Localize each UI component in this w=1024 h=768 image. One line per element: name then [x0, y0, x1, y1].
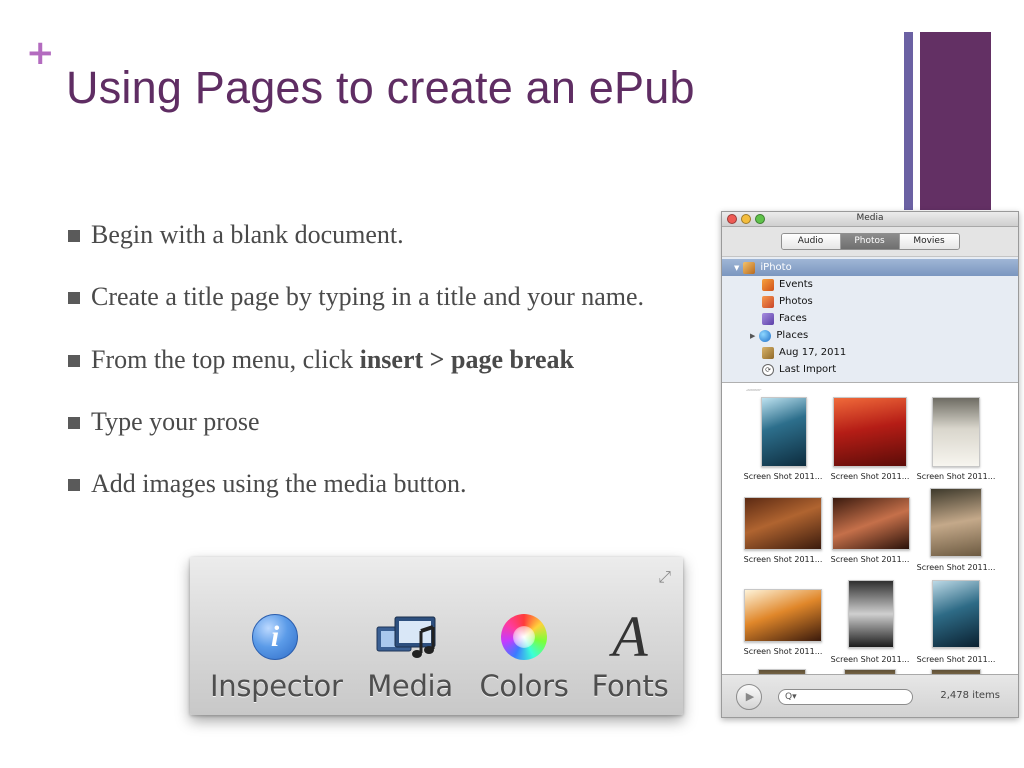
- fonts-button[interactable]: A Fonts: [585, 604, 675, 704]
- media-browser-window: Media Audio Photos Movies ▼ iPhoto Event…: [721, 211, 1019, 718]
- source-item-events[interactable]: Events: [722, 276, 1018, 293]
- disclosure-closed-icon[interactable]: ▶: [750, 332, 755, 340]
- clock-icon: ⟳: [762, 363, 774, 376]
- clipped-caption-row: ۣ ۣ ۣ ۣ ۣ ۣ ۣ ۣ ۣ: [746, 385, 760, 391]
- photo-grid: ۣ ۣ ۣ ۣ ۣ ۣ ۣ ۣ ۣ Screen Shot 2011... Sc…: [722, 385, 1018, 676]
- thumbnail-caption: Screen Shot 2011...: [743, 472, 823, 481]
- media-type-tabs: Audio Photos Movies: [780, 233, 960, 250]
- play-icon: ▶: [745, 690, 755, 703]
- iphoto-icon: [743, 261, 756, 274]
- bullet-item: From the top menu, click insert > page b…: [66, 343, 716, 376]
- thumbnail-caption: Screen Shot 2011...: [830, 655, 910, 664]
- window-title: Media: [856, 213, 884, 223]
- thumbnail-caption: Screen Shot 2011...: [830, 472, 910, 481]
- photo-thumbnail[interactable]: [932, 397, 980, 467]
- thumbnail-caption: Screen Shot 2011...: [916, 655, 996, 664]
- media-button[interactable]: Media: [358, 609, 462, 703]
- photo-thumbnail[interactable]: [744, 589, 822, 642]
- photo-thumbnail[interactable]: [832, 497, 910, 550]
- plus-mark: +: [26, 33, 55, 73]
- globe-icon: [759, 329, 772, 342]
- source-item-faces[interactable]: Faces: [722, 310, 1018, 327]
- bullet-item: Begin with a blank document.: [66, 218, 716, 251]
- search-field[interactable]: Q▾: [778, 689, 913, 705]
- accent-bar-thin: [904, 32, 913, 210]
- color-wheel-icon: [501, 614, 547, 660]
- tab-movies[interactable]: Movies: [899, 234, 959, 249]
- photo-thumbnail[interactable]: [848, 580, 894, 648]
- colors-button[interactable]: Colors: [474, 609, 574, 703]
- photo-thumbnail[interactable]: [930, 488, 982, 557]
- font-icon: A: [612, 604, 648, 669]
- thumbnail-caption: Screen Shot 2011...: [743, 647, 823, 656]
- thumbnail-caption: Screen Shot 2011...: [916, 472, 996, 481]
- info-icon: i: [252, 614, 298, 660]
- source-item-last-import[interactable]: ⟳ Last Import: [722, 361, 1018, 378]
- photos-icon: [762, 295, 774, 308]
- photo-thumbnail[interactable]: [833, 397, 907, 467]
- search-icon: Q▾: [785, 692, 797, 702]
- events-icon: [762, 278, 774, 291]
- bullet-item: Type your prose: [66, 405, 716, 438]
- bullet-item: Create a title page by typing in a title…: [66, 280, 716, 313]
- photo-thumbnail[interactable]: [932, 580, 980, 648]
- item-count: 2,478 items: [940, 690, 1000, 701]
- bullet-item: Add images using the media button.: [66, 467, 716, 500]
- source-item-photos[interactable]: Photos: [722, 293, 1018, 310]
- accent-bar-thick: [920, 32, 991, 210]
- slide-title: Using Pages to create an ePub: [66, 62, 695, 113]
- disclosure-open-icon[interactable]: ▼: [734, 264, 739, 272]
- thumbnail-caption: Screen Shot 2011...: [916, 563, 996, 572]
- source-item-date[interactable]: Aug 17, 2011: [722, 344, 1018, 361]
- source-item-places[interactable]: ▶ Places: [722, 327, 1018, 344]
- play-button[interactable]: ▶: [736, 684, 762, 710]
- photo-thumbnail[interactable]: [761, 397, 807, 467]
- media-icon: [376, 616, 436, 658]
- bullet-list: Begin with a blank document. Create a ti…: [66, 218, 716, 500]
- window-bottom-bar: ▶ Q▾ 2,478 items: [722, 674, 1018, 717]
- pages-toolbar: ⤢ i Inspector Media Colors A Fonts: [190, 557, 683, 715]
- source-list: ▼ iPhoto Events Photos Faces ▶ Places Au…: [722, 257, 1018, 383]
- tab-audio[interactable]: Audio: [781, 234, 841, 249]
- album-icon: [762, 346, 774, 359]
- source-item-iphoto[interactable]: ▼ iPhoto: [722, 259, 1018, 276]
- thumbnail-caption: Screen Shot 2011...: [830, 555, 910, 564]
- inspector-button[interactable]: i Inspector: [210, 609, 343, 703]
- menu-path-text: insert > page break: [359, 345, 575, 374]
- photo-thumbnail[interactable]: [744, 497, 822, 550]
- resize-toolbar-icon[interactable]: ⤢: [645, 567, 671, 586]
- window-title-bar: Media: [722, 212, 1018, 227]
- faces-icon: [762, 312, 774, 325]
- tab-photos[interactable]: Photos: [840, 234, 900, 249]
- thumbnail-caption: Screen Shot 2011...: [743, 555, 823, 564]
